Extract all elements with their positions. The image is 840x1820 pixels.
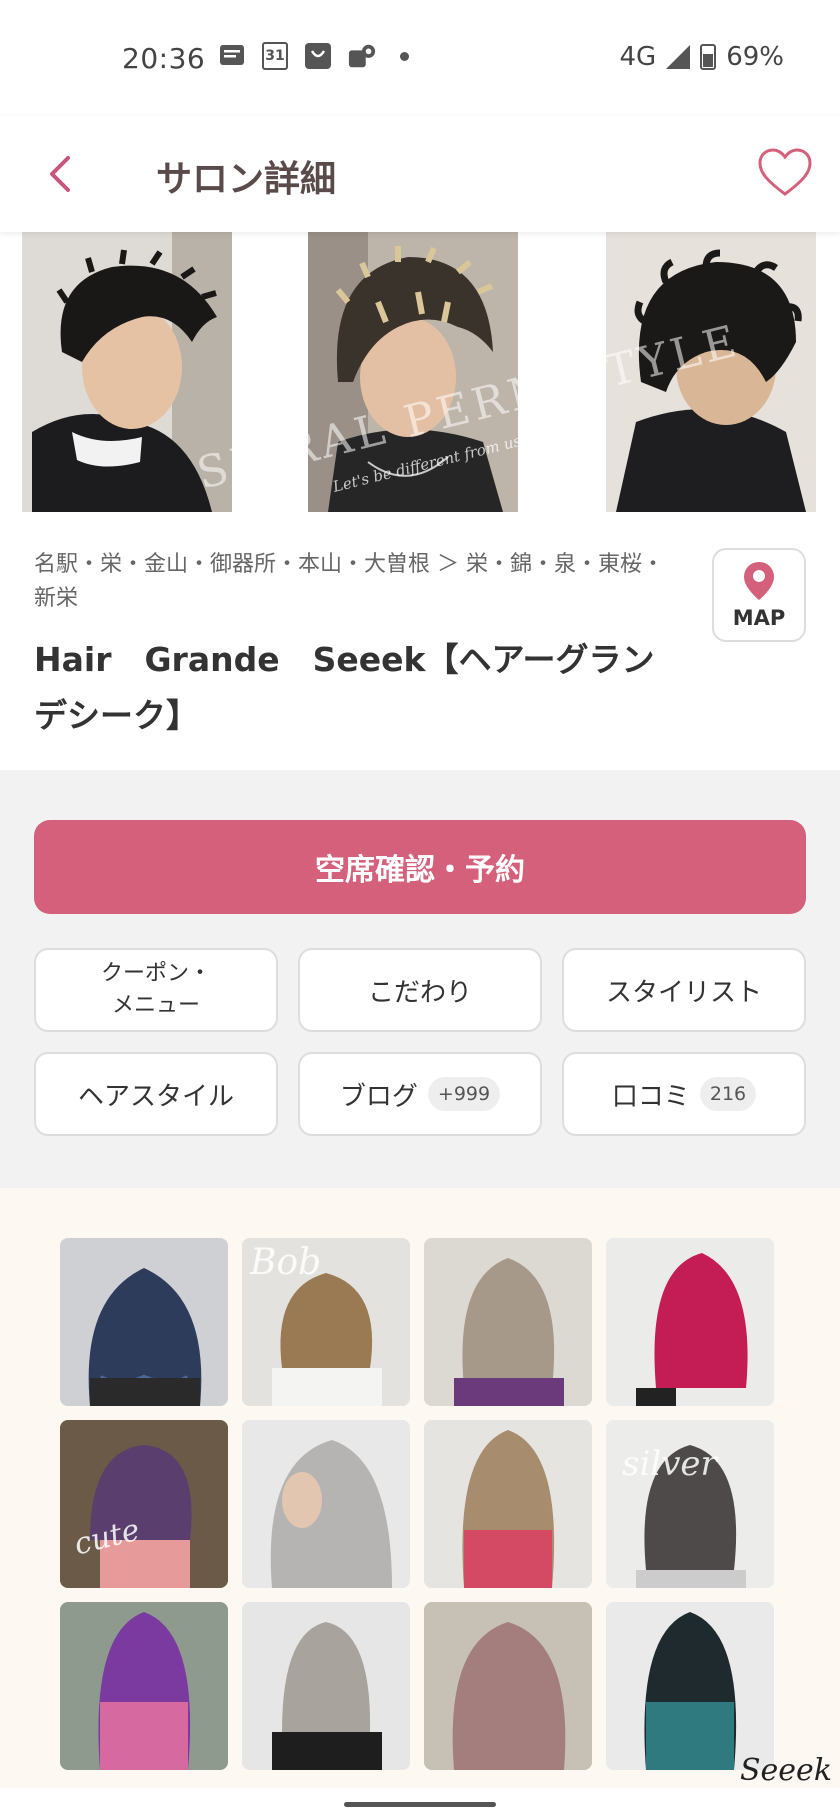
system-status: 4G 69% bbox=[620, 42, 785, 72]
home-indicator[interactable] bbox=[344, 1802, 496, 1807]
gallery-signature: Seeek bbox=[740, 1753, 832, 1788]
style-photo-silver-wave[interactable] bbox=[242, 1420, 410, 1588]
style-photo-pink-long[interactable] bbox=[606, 1238, 774, 1406]
app-header: サロン詳細 bbox=[0, 116, 840, 232]
stylist-label: スタイリスト bbox=[605, 977, 762, 1008]
coupon-menu-label-2: メニュー bbox=[111, 993, 200, 1018]
style-photo-purple-bob[interactable]: cute bbox=[60, 1420, 228, 1588]
heart-icon bbox=[758, 148, 812, 196]
status-time: 20:36 bbox=[122, 42, 206, 75]
style-photo-purple-pink[interactable] bbox=[60, 1602, 228, 1770]
salon-info: 名駅・栄・金山・御器所・本山・大曽根 ＞ 栄・錦・泉・東桜・新栄 Hair Gr… bbox=[0, 512, 840, 770]
style-photo-mauve-wave[interactable] bbox=[424, 1602, 592, 1770]
blog-count-badge: +999 bbox=[427, 1077, 501, 1111]
bob-label: Bob bbox=[250, 1242, 322, 1283]
reserve-button[interactable]: 空席確認・予約 bbox=[34, 820, 806, 914]
coupon-menu-label-1: クーポン・ bbox=[100, 961, 211, 986]
signal-icon bbox=[666, 45, 691, 69]
blog-label: ブログ bbox=[339, 1081, 418, 1112]
style-photo-navy-wavy[interactable] bbox=[60, 1238, 228, 1406]
battery-icon bbox=[700, 44, 717, 70]
hairstyle-button[interactable]: ヘアスタイル bbox=[34, 1052, 278, 1136]
review-count-badge: 216 bbox=[699, 1077, 757, 1111]
style-photo-teal-wave[interactable] bbox=[606, 1602, 774, 1770]
style-gallery-grid: Bob cute silver bbox=[60, 1238, 774, 1770]
style-photo-silver-bob[interactable]: silver bbox=[606, 1420, 774, 1588]
review-label: 口コミ bbox=[611, 1081, 690, 1112]
kodawari-label: こだわり bbox=[367, 977, 472, 1008]
notification-icons: 31 bbox=[218, 42, 409, 70]
page-title: サロン詳細 bbox=[156, 159, 337, 200]
system-nav-bar bbox=[0, 1788, 840, 1820]
status-bar: 20:36 31 4G 69% bbox=[0, 0, 840, 116]
network-type: 4G bbox=[619, 42, 657, 72]
style-photo-pink-tips[interactable] bbox=[424, 1420, 592, 1588]
menu-grid: クーポン・ メニュー こだわり スタイリスト ヘアスタイル ブログ +999 口… bbox=[34, 948, 806, 1136]
map-label: MAP bbox=[732, 606, 786, 630]
blog-button[interactable]: ブログ +999 bbox=[298, 1052, 542, 1136]
hero-photo-strip[interactable]: SPIRAL PERM STYLE Let's be different fro… bbox=[0, 232, 840, 512]
map-pin-icon bbox=[744, 562, 774, 600]
review-button[interactable]: 口コミ 216 bbox=[562, 1052, 806, 1136]
salon-name: Hair Grande Seeek【ヘアーグランデシーク】 bbox=[34, 640, 655, 735]
bag-icon bbox=[304, 42, 332, 70]
map-button[interactable]: MAP bbox=[712, 548, 806, 642]
back-button[interactable] bbox=[34, 146, 90, 202]
coupon-menu-button[interactable]: クーポン・ メニュー bbox=[34, 948, 278, 1032]
salon-area: 名駅・栄・金山・御器所・本山・大曽根 ＞ 栄・錦・泉・東桜・新栄 bbox=[34, 552, 664, 611]
favorite-button[interactable] bbox=[756, 146, 814, 202]
battery-percent: 69% bbox=[726, 42, 784, 72]
style-photo-bob[interactable]: Bob bbox=[242, 1238, 410, 1406]
calendar-icon: 31 bbox=[262, 42, 288, 70]
stylist-button[interactable]: スタイリスト bbox=[562, 948, 806, 1032]
silver-label: silver bbox=[622, 1444, 717, 1484]
chevron-left-icon bbox=[50, 156, 70, 192]
message-icon bbox=[218, 42, 246, 70]
action-panel: 空席確認・予約 クーポン・ メニュー こだわり スタイリスト ヘアスタイル ブロ… bbox=[0, 770, 840, 1188]
hairstyle-label: ヘアスタイル bbox=[77, 1081, 234, 1112]
app-notification-icon bbox=[348, 42, 376, 70]
more-notifications-dot bbox=[400, 51, 409, 61]
style-photo-ash-straight[interactable] bbox=[242, 1602, 410, 1770]
style-gallery[interactable]: Bob cute silver Seeek bbox=[0, 1188, 840, 1788]
style-photo-beige-long[interactable] bbox=[424, 1238, 592, 1406]
kodawari-button[interactable]: こだわり bbox=[298, 948, 542, 1032]
